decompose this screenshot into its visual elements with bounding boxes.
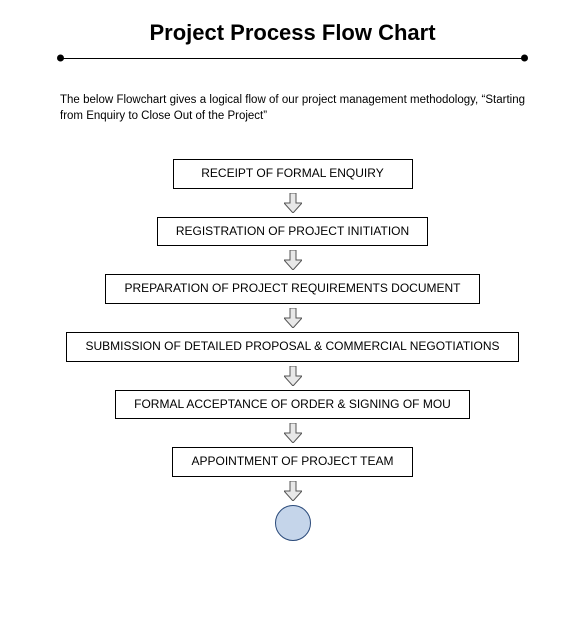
flowchart: RECEIPT OF FORMAL ENQUIRY REGISTRATION O…	[40, 159, 545, 541]
step-box-4: SUBMISSION OF DETAILED PROPOSAL & COMMER…	[66, 332, 518, 362]
arrow-4	[284, 362, 302, 390]
page-title: Project Process Flow Chart	[40, 20, 545, 46]
down-arrow-icon	[284, 308, 302, 328]
arrow-5	[284, 419, 302, 447]
down-arrow-icon	[284, 423, 302, 443]
step-box-2: REGISTRATION OF PROJECT INITIATION	[157, 217, 428, 247]
title-container: Project Process Flow Chart	[40, 20, 545, 46]
arrow-2	[284, 246, 302, 274]
step-box-1: RECEIPT OF FORMAL ENQUIRY	[173, 159, 413, 189]
step-box-3: PREPARATION OF PROJECT REQUIREMENTS DOCU…	[105, 274, 479, 304]
down-arrow-icon	[284, 250, 302, 270]
down-arrow-icon	[284, 366, 302, 386]
divider-dot-right	[521, 55, 528, 62]
divider	[60, 54, 525, 62]
description-text: The below Flowchart gives a logical flow…	[60, 92, 525, 124]
arrow-1	[284, 189, 302, 217]
step-box-5: FORMAL ACCEPTANCE OF ORDER & SIGNING OF …	[115, 390, 470, 420]
step-box-6: APPOINTMENT OF PROJECT TEAM	[172, 447, 412, 477]
connector-circle	[275, 505, 311, 541]
down-arrow-icon	[284, 481, 302, 501]
arrow-6	[284, 477, 302, 505]
arrow-3	[284, 304, 302, 332]
down-arrow-icon	[284, 193, 302, 213]
divider-line	[60, 58, 525, 59]
